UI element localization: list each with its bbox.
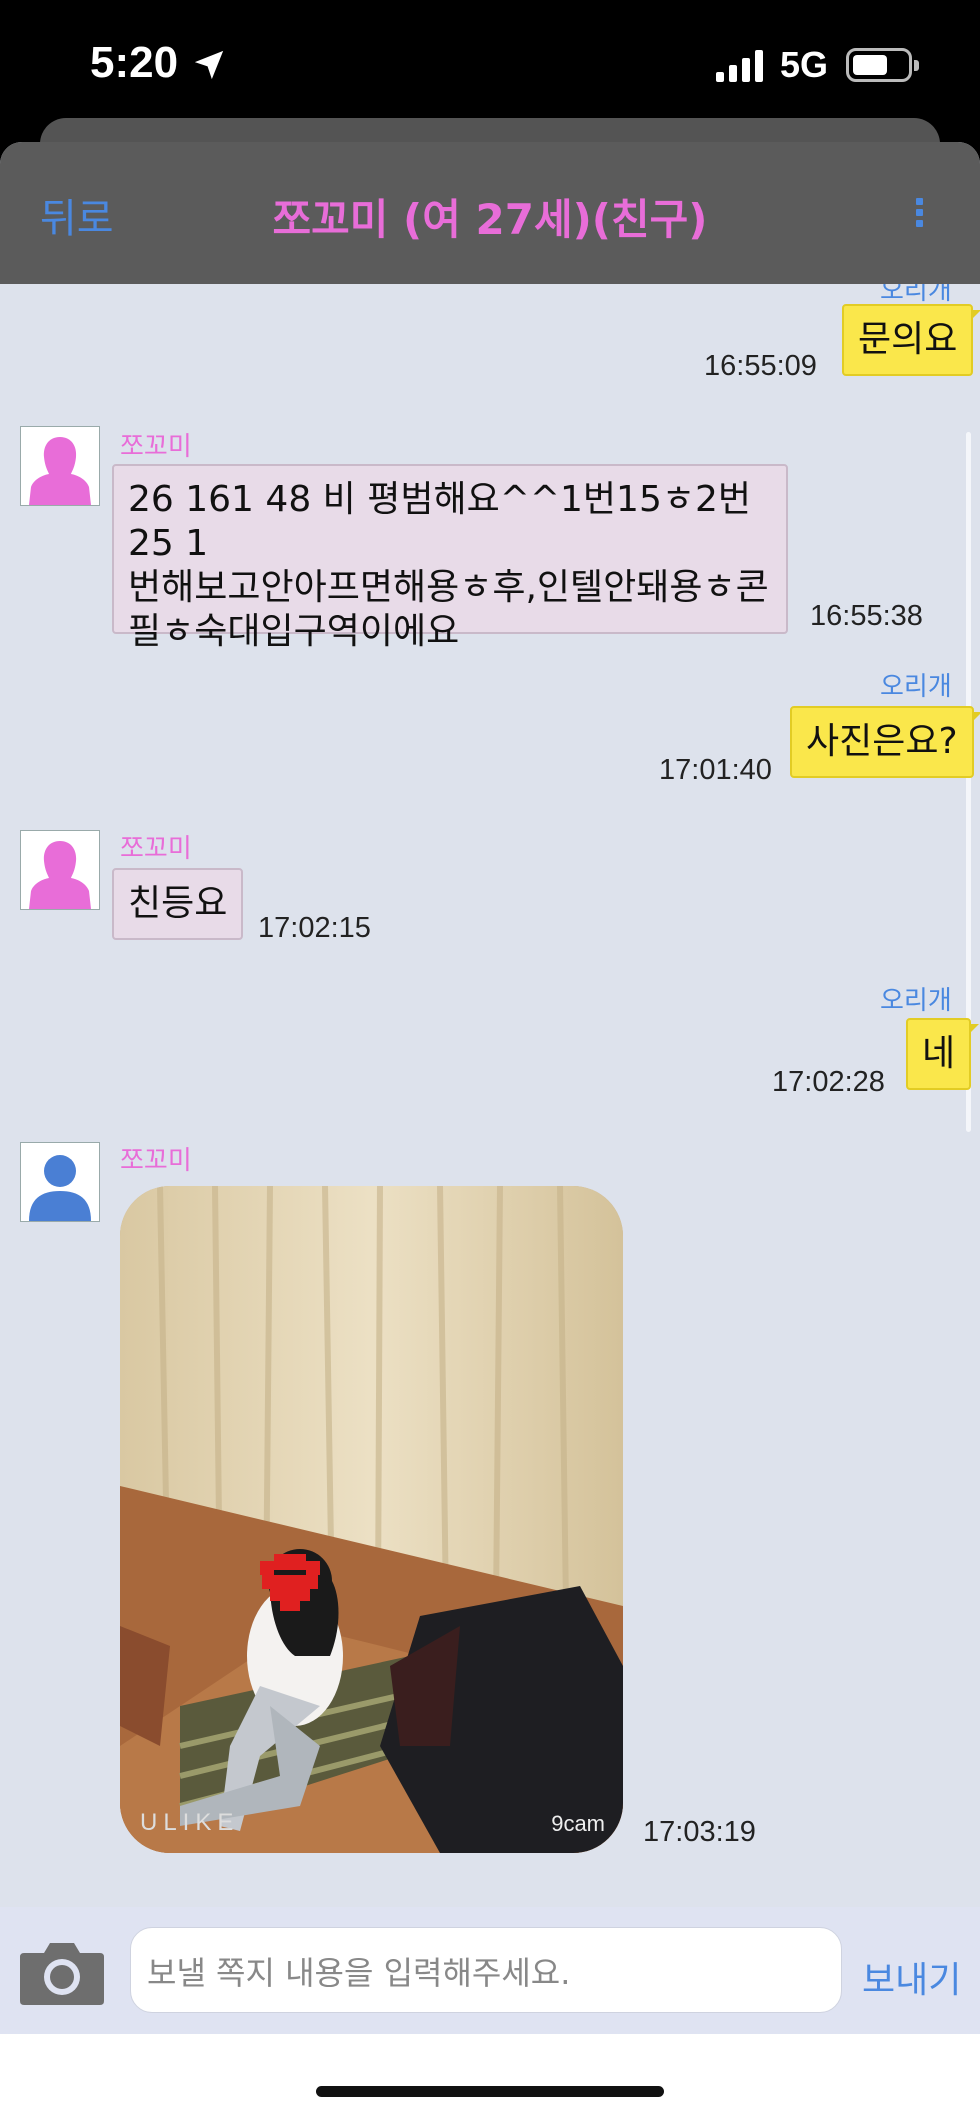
- photo-attachment[interactable]: ULIKE 9cam: [120, 1186, 623, 1853]
- message-line: 필ㅎ숙대입구역이에요: [128, 611, 460, 652]
- incoming-message[interactable]: 친등요: [112, 868, 244, 940]
- message-input[interactable]: 보낼 쪽지 내용을 입력해주세요.: [130, 1927, 842, 2013]
- message-time: 16:55:38: [810, 600, 923, 632]
- message-line: 번해보고안아프면해용ㅎ후,인텔안돼용ㅎ콘: [128, 567, 769, 608]
- battery-icon: [846, 48, 919, 82]
- message-time: 16:55:09: [704, 350, 817, 382]
- message-list[interactable]: 오리개 문의요 16:55:09 쪼꼬미 26 161 48 비 평범해요^^1…: [0, 284, 980, 2034]
- sender-name: 쪼꼬미: [120, 834, 192, 864]
- location-arrow-icon: [194, 50, 224, 80]
- chat-screen: 뒤로 쪼꼬미 (여 27세)(친구) 오리개 문의요 16:55:09 쪼꼬미 …: [0, 142, 980, 2034]
- female-avatar-icon: [29, 841, 91, 909]
- send-button[interactable]: 보내기: [862, 1951, 961, 2003]
- message-time: 17:02:15: [258, 912, 371, 944]
- message-line: 26 161 48 비 평범해요^^1번15ㅎ2번25 1: [128, 479, 752, 564]
- message-time: 17:02:28: [772, 1066, 885, 1098]
- message-time: 17:03:19: [643, 1816, 756, 1848]
- outgoing-message[interactable]: 사진은요?: [790, 706, 980, 778]
- message-composer: 보낼 쪽지 내용을 입력해주세요. 보내기: [0, 1907, 980, 2034]
- chat-title: 쪼꼬미 (여 27세)(친구): [272, 195, 708, 244]
- more-vertical-icon[interactable]: [916, 198, 926, 230]
- home-indicator[interactable]: [316, 2086, 664, 2097]
- photo-watermark: 9cam: [551, 1811, 605, 1836]
- avatar-default[interactable]: [20, 1142, 100, 1222]
- home-indicator-area: [0, 2034, 980, 2120]
- sender-name: 오리개: [880, 986, 952, 1016]
- photo-watermark: ULIKE: [140, 1809, 240, 1836]
- outgoing-message[interactable]: 네: [906, 1018, 980, 1090]
- sender-name: 쪼꼬미: [120, 1146, 192, 1176]
- avatar-female[interactable]: [20, 830, 100, 910]
- sender-name: 오리개: [880, 672, 952, 702]
- status-bar: 5:20 5G: [0, 0, 980, 120]
- cellular-signal-icon: [716, 50, 763, 82]
- network-type: 5G: [780, 44, 829, 85]
- room-photo-image: [120, 1186, 623, 1853]
- message-time: 17:01:40: [659, 754, 772, 786]
- sender-name: 쪼꼬미: [120, 432, 192, 462]
- avatar-female[interactable]: [20, 426, 100, 506]
- female-avatar-icon: [29, 437, 91, 505]
- outgoing-message[interactable]: 문의요: [842, 304, 980, 376]
- incoming-message[interactable]: 26 161 48 비 평범해요^^1번15ㅎ2번25 1 번해보고안아프면해용…: [112, 464, 788, 652]
- status-time: 5:20: [90, 38, 179, 87]
- person-avatar-icon: [29, 1155, 91, 1221]
- camera-icon[interactable]: [18, 1937, 106, 2007]
- chat-header: 뒤로 쪼꼬미 (여 27세)(친구): [0, 142, 980, 284]
